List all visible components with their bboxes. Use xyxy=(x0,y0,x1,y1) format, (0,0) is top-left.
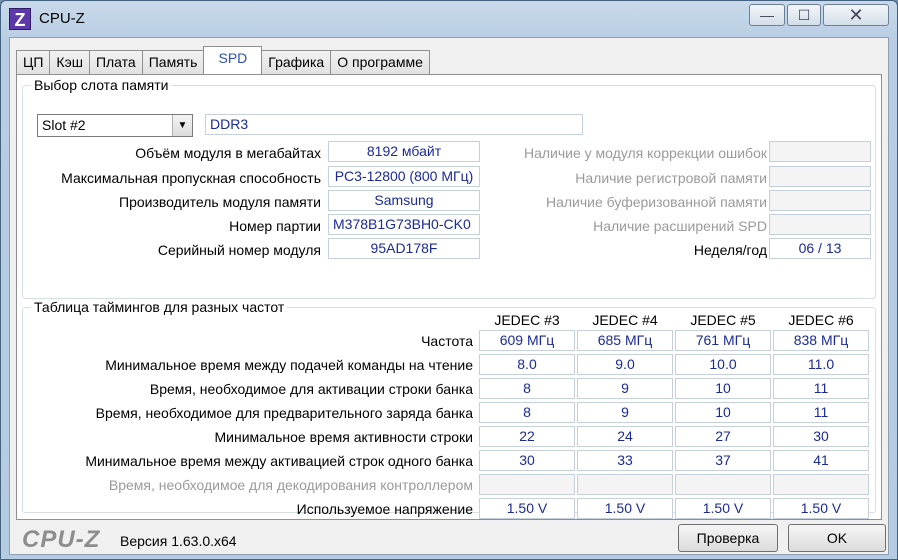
command-rate-j6 xyxy=(773,474,869,495)
ras-to-cas-label: Время, необходимое для активации строки … xyxy=(149,381,473,397)
title-bar[interactable]: Z CPU-Z — ☐ ✕ xyxy=(1,1,897,37)
module-size-label: Объём модуля в мегабайтах xyxy=(135,145,321,161)
tab-mainboard[interactable]: Плата xyxy=(88,50,143,74)
serial-number-label: Серийный номер модуля xyxy=(157,242,321,258)
tab-cpu[interactable]: ЦП xyxy=(16,50,51,74)
command-rate-j4 xyxy=(577,474,673,495)
cpuz-app-icon: Z xyxy=(9,8,31,30)
trc-j3: 30 xyxy=(479,450,575,471)
buffered-label: Наличие буферизованной памяти xyxy=(545,194,767,210)
ras-to-cas-j6: 11 xyxy=(773,378,869,399)
manufacturer-field: Samsung xyxy=(328,190,480,211)
spd-ext-label: Наличие расширений SPD xyxy=(593,218,767,234)
tras-j5: 27 xyxy=(675,426,771,447)
ras-to-cas-j5: 10 xyxy=(675,378,771,399)
part-number-field: M378B1G73BH0-CK0 xyxy=(328,214,480,235)
spd-panel: Выбор слота памяти Slot #2 ▼ DDR3 Объём … xyxy=(16,74,882,520)
week-year-field: 06 / 13 xyxy=(769,238,871,259)
tab-memory[interactable]: Память xyxy=(141,50,205,74)
col-jedec-3: JEDEC #3 xyxy=(494,312,560,328)
version-text: Версия 1.63.0.x64 xyxy=(120,533,237,549)
tab-about[interactable]: О программе xyxy=(330,50,430,74)
frequency-label: Частота xyxy=(421,333,473,349)
ras-precharge-j3: 8 xyxy=(479,402,575,423)
frequency-j3: 609 МГц xyxy=(479,330,575,351)
buffered-field xyxy=(769,190,871,211)
ecc-label: Наличие у модуля коррекции ошибок xyxy=(523,145,767,161)
tras-j6: 30 xyxy=(773,426,869,447)
voltage-j3: 1.50 V xyxy=(479,498,575,519)
voltage-j6: 1.50 V xyxy=(773,498,869,519)
cas-latency-label: Минимальное время между подачей команды … xyxy=(105,357,473,373)
client-area: ЦП Кэш Плата Память SPD Графика О програ… xyxy=(9,37,889,555)
manufacturer-label: Производитель модуля памяти xyxy=(119,194,321,210)
max-bandwidth-label: Максимальная пропускная способность xyxy=(61,170,321,186)
ras-precharge-j6: 11 xyxy=(773,402,869,423)
ras-precharge-j5: 10 xyxy=(675,402,771,423)
timings-group-legend: Таблица таймингов для разных частот xyxy=(31,299,288,315)
max-bandwidth-field: PC3-12800 (800 МГц) xyxy=(328,166,480,187)
cpuz-logo: CPU-Z xyxy=(22,526,101,553)
tras-label: Минимальное время активности строки xyxy=(214,429,473,445)
cas-latency-j4: 9.0 xyxy=(577,354,673,375)
command-rate-label: Время, необходимое для декодирования кон… xyxy=(108,477,473,493)
col-jedec-4: JEDEC #4 xyxy=(592,312,658,328)
trc-label: Минимальное время между активацией строк… xyxy=(85,453,473,469)
close-button[interactable]: ✕ xyxy=(823,4,889,26)
slot-select-value: Slot #2 xyxy=(42,117,86,133)
ras-to-cas-j3: 8 xyxy=(479,378,575,399)
tras-j3: 22 xyxy=(479,426,575,447)
trc-j5: 37 xyxy=(675,450,771,471)
command-rate-j3 xyxy=(479,474,575,495)
ecc-field xyxy=(769,141,871,162)
col-jedec-6: JEDEC #6 xyxy=(788,312,854,328)
voltage-j5: 1.50 V xyxy=(675,498,771,519)
col-jedec-5: JEDEC #5 xyxy=(690,312,756,328)
memory-type-field: DDR3 xyxy=(205,114,583,135)
ok-button[interactable]: OK xyxy=(788,524,886,552)
frequency-j6: 838 МГц xyxy=(773,330,869,351)
cpuz-window: Z CPU-Z — ☐ ✕ ЦП Кэш Плата Память SPD Гр… xyxy=(0,0,898,560)
chevron-down-icon[interactable]: ▼ xyxy=(172,115,192,136)
window-title: CPU-Z xyxy=(39,10,85,27)
cas-latency-j5: 10.0 xyxy=(675,354,771,375)
voltage-j4: 1.50 V xyxy=(577,498,673,519)
minimize-button[interactable]: — xyxy=(749,4,785,26)
frequency-j4: 685 МГц xyxy=(577,330,673,351)
timings-group: Таблица таймингов для разных частот JEDE… xyxy=(22,299,876,519)
tab-graphics[interactable]: Графика xyxy=(261,50,332,74)
cas-latency-j6: 11.0 xyxy=(773,354,869,375)
week-year-label: Неделя/год xyxy=(693,242,767,258)
voltage-label: Используемое напряжение xyxy=(296,501,473,517)
trc-j4: 33 xyxy=(577,450,673,471)
frequency-j5: 761 МГц xyxy=(675,330,771,351)
registered-field xyxy=(769,166,871,187)
registered-label: Наличие регистровой памяти xyxy=(575,170,767,186)
tab-cache[interactable]: Кэш xyxy=(49,50,90,74)
cas-latency-j3: 8.0 xyxy=(479,354,575,375)
validate-button[interactable]: Проверка xyxy=(678,524,778,552)
tras-j4: 24 xyxy=(577,426,673,447)
slot-group-legend: Выбор слота памяти xyxy=(31,77,172,93)
slot-group: Выбор слота памяти Slot #2 ▼ DDR3 Объём … xyxy=(22,77,876,299)
ras-to-cas-j4: 9 xyxy=(577,378,673,399)
maximize-button[interactable]: ☐ xyxy=(787,4,821,26)
ras-precharge-j4: 9 xyxy=(577,402,673,423)
trc-j6: 41 xyxy=(773,450,869,471)
ras-precharge-label: Время, необходимое для предварительного … xyxy=(95,405,473,421)
command-rate-j5 xyxy=(675,474,771,495)
module-size-field: 8192 мбайт xyxy=(328,141,480,162)
spd-ext-field xyxy=(769,214,871,235)
tab-strip: ЦП Кэш Плата Память SPD Графика О програ… xyxy=(16,46,430,74)
slot-select[interactable]: Slot #2 ▼ xyxy=(37,114,193,137)
serial-number-field: 95AD178F xyxy=(328,238,480,259)
tab-spd[interactable]: SPD xyxy=(203,46,263,74)
part-number-label: Номер партии xyxy=(229,218,321,234)
